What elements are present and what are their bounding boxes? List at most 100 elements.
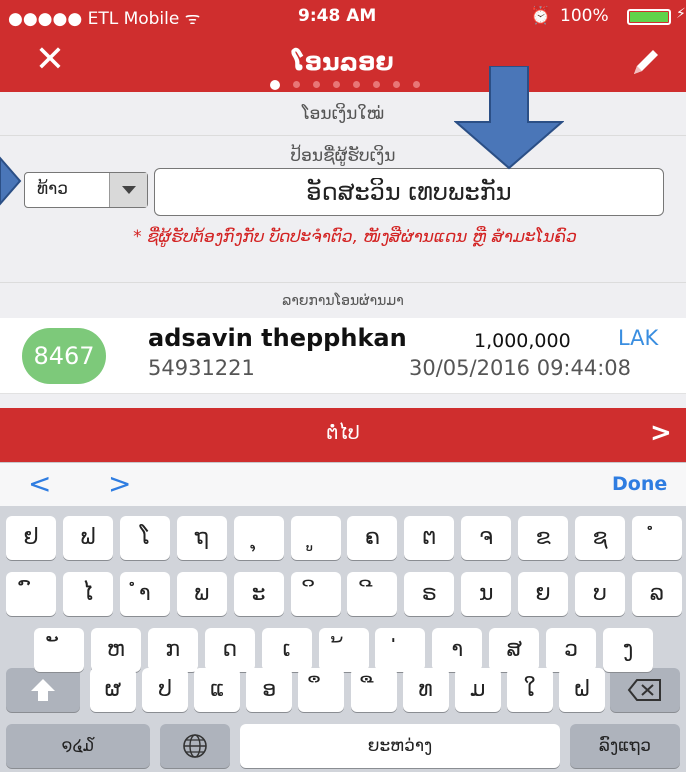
keyboard-key[interactable]: ະ — [233, 572, 284, 616]
keyboard-key[interactable]: ຄ — [347, 516, 398, 560]
page-dot — [270, 80, 280, 90]
battery-icon — [627, 9, 671, 25]
new-transfer-header: ໂອນເງິນໃໝ່ — [0, 92, 686, 136]
arrow-down-icon — [454, 66, 564, 170]
keyboard-key[interactable]: ິ — [290, 572, 341, 616]
keyboard-key[interactable]: ີ — [347, 572, 398, 616]
keyboard-key[interactable]: ົ — [6, 572, 56, 616]
keyboard-key[interactable]: ວ — [546, 628, 597, 672]
status-bar: ●●●●● ETL Mobile ᯤ 9:48 AM ⏰ 100% ⚡ — [0, 0, 686, 32]
keyboard-key[interactable]: ທ — [402, 668, 449, 712]
keyboard-key[interactable]: ື — [350, 668, 397, 712]
keyboard-key[interactable]: ມ — [454, 668, 501, 712]
charging-icon: ⚡ — [676, 6, 686, 22]
currency-label: LAK — [618, 326, 659, 350]
previous-field-button[interactable]: < — [28, 467, 51, 500]
title-select-value: ທ້າວ — [37, 179, 69, 199]
account-number: 54931221 — [148, 356, 255, 380]
page-dot — [413, 81, 420, 88]
page-dot — [293, 81, 300, 88]
nav-bar: ✕ ໂອນລອຍ — [0, 32, 686, 92]
next-button[interactable]: ຕໍ່ໄປ > — [0, 408, 686, 462]
transfer-date: 30/05/2016 09:44:08 — [409, 356, 632, 380]
keyboard-key[interactable]: ປ — [142, 668, 189, 712]
keyboard-key[interactable]: ໂ — [119, 516, 170, 560]
keyboard-key[interactable]: ຂ — [518, 516, 569, 560]
keyboard-key[interactable]: ຈ — [461, 516, 512, 560]
keyboard-key[interactable]: ຫ — [90, 628, 141, 672]
keyboard-key[interactable]: ກ — [147, 628, 198, 672]
chevron-right-icon: > — [650, 418, 672, 448]
keyboard-key[interactable]: ຕ — [404, 516, 455, 560]
keyboard-key[interactable]: ອ — [246, 668, 293, 712]
keyboard-key[interactable]: ູ — [290, 516, 341, 560]
keyboard-key[interactable]: ແ — [194, 668, 241, 712]
keyboard-key[interactable]: ດ — [204, 628, 255, 672]
keyboard-toolbar: < > Done — [0, 462, 686, 506]
keyboard-key[interactable]: ຟ — [62, 516, 113, 560]
keyboard-key[interactable]: ພ — [176, 572, 227, 616]
keyboard-key[interactable]: ຸ — [233, 516, 284, 560]
keyboard-key[interactable]: ໄ — [62, 572, 113, 616]
globe-key[interactable] — [160, 724, 230, 768]
recipient-form: ປ້ອນຊື່ຜູ້ຮັບເງິນ ທ້າວ * ຊື່ຜູ້ຮັບຕ້ອງກົ… — [0, 136, 686, 282]
keyboard-key[interactable]: ລ — [631, 572, 682, 616]
keyboard-key[interactable]: ່ — [375, 628, 426, 672]
transfer-amount: 1,000,000 — [474, 330, 571, 352]
backspace-key[interactable] — [610, 668, 680, 712]
page-title: ໂອນລອຍ — [292, 48, 394, 76]
keyboard-key[interactable]: ບ — [575, 572, 625, 616]
name-warning: * ຊື່ຜູ້ຮັບຕ້ອງກົງກັບ ບັດປະຈຳຕົວ, ໜັງສືຜ… — [133, 227, 577, 247]
spacer — [0, 394, 686, 408]
keyboard-key[interactable]: ເ — [261, 628, 312, 672]
keyboard-key[interactable]: ຳ — [119, 572, 170, 616]
keyboard-key[interactable]: ສ — [489, 628, 540, 672]
keyboard-key[interactable]: ໃ — [506, 668, 553, 712]
keyboard-key[interactable]: າ — [432, 628, 483, 672]
shift-key[interactable] — [6, 668, 80, 712]
page-indicator — [270, 80, 420, 90]
recipient-name-input[interactable] — [154, 168, 664, 216]
lao-keyboard: ໑໔໓ ຍະຫວ່າງ ລົງແຖວ ຢຟໂຖຸູຄຕຈຂຊໍົໄຳພະິີຣນ… — [0, 506, 686, 772]
backspace-icon — [627, 679, 661, 701]
page-dot — [313, 81, 320, 88]
done-button[interactable]: Done — [612, 473, 667, 495]
keyboard-key[interactable]: ງ — [603, 628, 653, 672]
keyboard-key[interactable]: ັ — [34, 628, 84, 672]
shift-icon — [31, 679, 55, 701]
list-item[interactable]: 8467 adsavin thepphkan 54931221 1,000,00… — [0, 318, 686, 394]
title-select[interactable]: ທ້າວ — [24, 172, 148, 208]
keyboard-key[interactable]: ້ — [318, 628, 369, 672]
recent-transfers-header: ລາຍການໂອນຜ່ານມາ — [0, 282, 686, 318]
alarm-icon: ⏰ — [530, 6, 552, 26]
keyboard-key[interactable]: ຝ — [558, 668, 605, 712]
keyboard-key[interactable]: ຢ — [6, 516, 56, 560]
page-dot — [373, 81, 380, 88]
next-button-label: ຕໍ່ໄປ — [326, 422, 360, 444]
keyboard-key[interactable]: ຶ — [298, 668, 345, 712]
status-time: 9:48 AM — [298, 6, 377, 26]
next-field-button[interactable]: > — [108, 467, 131, 500]
keyboard-key[interactable]: ນ — [461, 572, 512, 616]
recipient-name: adsavin thepphkan — [148, 324, 407, 352]
carrier-label: ●●●●● ETL Mobile ᯤ — [8, 9, 201, 29]
pencil-icon[interactable] — [628, 44, 664, 80]
keyboard-key[interactable]: ຖ — [176, 516, 227, 560]
keyboard-key[interactable]: ຊ — [575, 516, 625, 560]
page-dot — [333, 81, 340, 88]
keyboard-key[interactable]: ໍ — [631, 516, 682, 560]
arrow-right-icon — [0, 156, 22, 206]
page-dot — [353, 81, 360, 88]
chevron-down-icon — [109, 173, 147, 207]
battery-percent: 100% — [560, 6, 609, 26]
page-dot — [393, 81, 400, 88]
return-key[interactable]: ລົງແຖວ — [570, 724, 680, 768]
keyboard-key[interactable]: ຣ — [404, 572, 455, 616]
keyboard-key[interactable]: ຜ — [90, 668, 136, 712]
avatar: 8467 — [22, 328, 106, 384]
globe-icon — [183, 734, 207, 758]
numbers-key[interactable]: ໑໔໓ — [6, 724, 150, 768]
recipient-label: ປ້ອນຊື່ຜູ້ຮັບເງິນ — [290, 146, 396, 166]
keyboard-key[interactable]: ຍ — [518, 572, 569, 616]
space-key[interactable]: ຍະຫວ່າງ — [240, 724, 560, 768]
